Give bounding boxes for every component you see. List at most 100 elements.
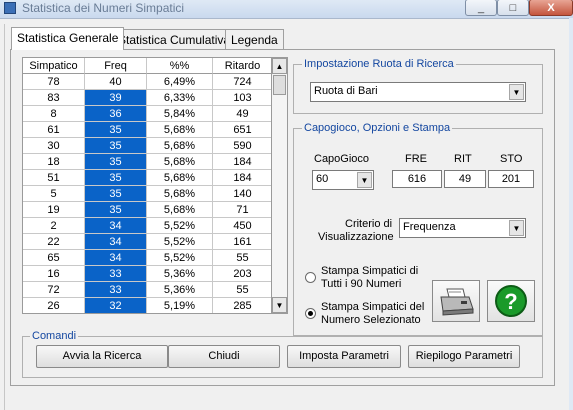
cell-ritardo[interactable]: 184 (213, 154, 271, 170)
cell-ritardo[interactable]: 285 (213, 298, 271, 313)
header-freq[interactable]: Freq (85, 58, 147, 74)
cell-ritardo[interactable]: 651 (213, 122, 271, 138)
cell-simpatico[interactable]: 19 (23, 202, 85, 218)
minimize-button[interactable]: _ (465, 0, 497, 16)
cell-simpatico[interactable]: 18 (23, 154, 85, 170)
cell-simpatico[interactable]: 65 (23, 250, 85, 266)
radio-stampa-tutti[interactable] (305, 272, 316, 283)
numbers-table[interactable]: Simpatico Freq %% Ritardo 78 40 6,49% 724 83… (22, 57, 272, 314)
cell-freq[interactable]: 35 (85, 138, 147, 154)
cell-percent[interactable]: 5,84% (147, 106, 213, 122)
table-row[interactable]: 72 33 5,36% 55 (23, 282, 271, 298)
cell-ritardo[interactable]: 161 (213, 234, 271, 250)
table-scrollbar[interactable]: ▲ ▼ (272, 57, 288, 314)
cell-percent[interactable]: 5,68% (147, 138, 213, 154)
cell-ritardo[interactable]: 590 (213, 138, 271, 154)
cell-freq[interactable]: 35 (85, 202, 147, 218)
cell-ritardo[interactable]: 203 (213, 266, 271, 282)
cell-ritardo[interactable]: 450 (213, 218, 271, 234)
table-row[interactable]: 16 33 5,36% 203 (23, 266, 271, 282)
cell-simpatico[interactable]: 2 (23, 218, 85, 234)
scroll-up-button[interactable]: ▲ (272, 58, 287, 74)
cell-percent[interactable]: 5,52% (147, 250, 213, 266)
cell-percent[interactable]: 6,49% (147, 74, 213, 90)
cell-percent[interactable]: 5,68% (147, 154, 213, 170)
table-row[interactable]: 2 34 5,52% 450 (23, 218, 271, 234)
cell-freq[interactable]: 35 (85, 170, 147, 186)
radio-stampa-selezionato[interactable] (305, 308, 316, 319)
table-row[interactable]: 65 34 5,52% 55 (23, 250, 271, 266)
cell-simpatico[interactable]: 16 (23, 266, 85, 282)
tab-legenda[interactable]: Legenda (225, 29, 284, 49)
cell-percent[interactable]: 6,33% (147, 90, 213, 106)
cell-simpatico[interactable]: 72 (23, 282, 85, 298)
ruota-select[interactable]: Ruota di Bari ▼ (310, 82, 526, 102)
cell-simpatico[interactable]: 5 (23, 186, 85, 202)
cell-freq[interactable]: 35 (85, 186, 147, 202)
cell-percent[interactable]: 5,52% (147, 218, 213, 234)
cell-ritardo[interactable]: 140 (213, 186, 271, 202)
cell-freq[interactable]: 39 (85, 90, 147, 106)
cell-percent[interactable]: 5,52% (147, 234, 213, 250)
cell-ritardo[interactable]: 55 (213, 250, 271, 266)
cell-ritardo[interactable]: 71 (213, 202, 271, 218)
cell-percent[interactable]: 5,36% (147, 282, 213, 298)
table-row[interactable]: 83 39 6,33% 103 (23, 90, 271, 106)
tab-statistica-cumulativa[interactable]: Statistica Cumulativa (112, 29, 237, 49)
chevron-down-icon[interactable]: ▼ (509, 84, 524, 100)
table-row[interactable]: 30 35 5,68% 590 (23, 138, 271, 154)
chevron-down-icon[interactable]: ▼ (357, 172, 372, 188)
cell-ritardo[interactable]: 55 (213, 282, 271, 298)
cell-simpatico[interactable]: 83 (23, 90, 85, 106)
table-row[interactable]: 18 35 5,68% 184 (23, 154, 271, 170)
cell-freq[interactable]: 34 (85, 218, 147, 234)
print-button[interactable] (432, 280, 480, 322)
cell-freq[interactable]: 32 (85, 298, 147, 313)
cell-freq[interactable]: 35 (85, 154, 147, 170)
cell-simpatico[interactable]: 78 (23, 74, 85, 90)
cell-freq[interactable]: 34 (85, 250, 147, 266)
cell-freq[interactable]: 40 (85, 74, 147, 90)
chiudi-button[interactable]: Chiudi (168, 345, 280, 368)
cell-simpatico[interactable]: 30 (23, 138, 85, 154)
cell-percent[interactable]: 5,68% (147, 170, 213, 186)
cell-ritardo[interactable]: 49 (213, 106, 271, 122)
close-button[interactable]: X (529, 0, 573, 16)
imposta-parametri-button[interactable]: Imposta Parametri (287, 345, 401, 368)
cell-simpatico[interactable]: 61 (23, 122, 85, 138)
fre-field[interactable]: 616 (392, 170, 442, 188)
header-ritardo[interactable]: Ritardo (213, 58, 271, 74)
cell-percent[interactable]: 5,36% (147, 266, 213, 282)
table-row[interactable]: 26 32 5,19% 285 (23, 298, 271, 313)
table-row[interactable]: 61 35 5,68% 651 (23, 122, 271, 138)
criterio-select[interactable]: Frequenza ▼ (399, 218, 526, 238)
cell-simpatico[interactable]: 8 (23, 106, 85, 122)
avvia-ricerca-button[interactable]: Avvia la Ricerca (36, 345, 168, 368)
scroll-thumb[interactable] (273, 75, 286, 95)
cell-simpatico[interactable]: 22 (23, 234, 85, 250)
cell-percent[interactable]: 5,19% (147, 298, 213, 313)
table-row[interactable]: 8 36 5,84% 49 (23, 106, 271, 122)
header-simpatico[interactable]: Simpatico (23, 58, 85, 74)
cell-percent[interactable]: 5,68% (147, 202, 213, 218)
sto-field[interactable]: 201 (488, 170, 534, 188)
cell-freq[interactable]: 33 (85, 282, 147, 298)
table-row[interactable]: 78 40 6,49% 724 (23, 74, 271, 90)
cell-ritardo[interactable]: 724 (213, 74, 271, 90)
cell-freq[interactable]: 36 (85, 106, 147, 122)
scroll-down-button[interactable]: ▼ (272, 297, 287, 313)
cell-freq[interactable]: 33 (85, 266, 147, 282)
cell-simpatico[interactable]: 26 (23, 298, 85, 313)
capogioco-select[interactable]: 60 ▼ (312, 170, 374, 190)
chevron-down-icon[interactable]: ▼ (509, 220, 524, 236)
maximize-button[interactable]: □ (497, 0, 529, 16)
header-percent[interactable]: %% (147, 58, 213, 74)
cell-percent[interactable]: 5,68% (147, 122, 213, 138)
table-row[interactable]: 19 35 5,68% 71 (23, 202, 271, 218)
riepilogo-parametri-button[interactable]: Riepilogo Parametri (408, 345, 520, 368)
cell-percent[interactable]: 5,68% (147, 186, 213, 202)
tab-statistica-generale[interactable]: Statistica Generale (11, 27, 125, 50)
cell-freq[interactable]: 34 (85, 234, 147, 250)
table-row[interactable]: 51 35 5,68% 184 (23, 170, 271, 186)
cell-ritardo[interactable]: 103 (213, 90, 271, 106)
